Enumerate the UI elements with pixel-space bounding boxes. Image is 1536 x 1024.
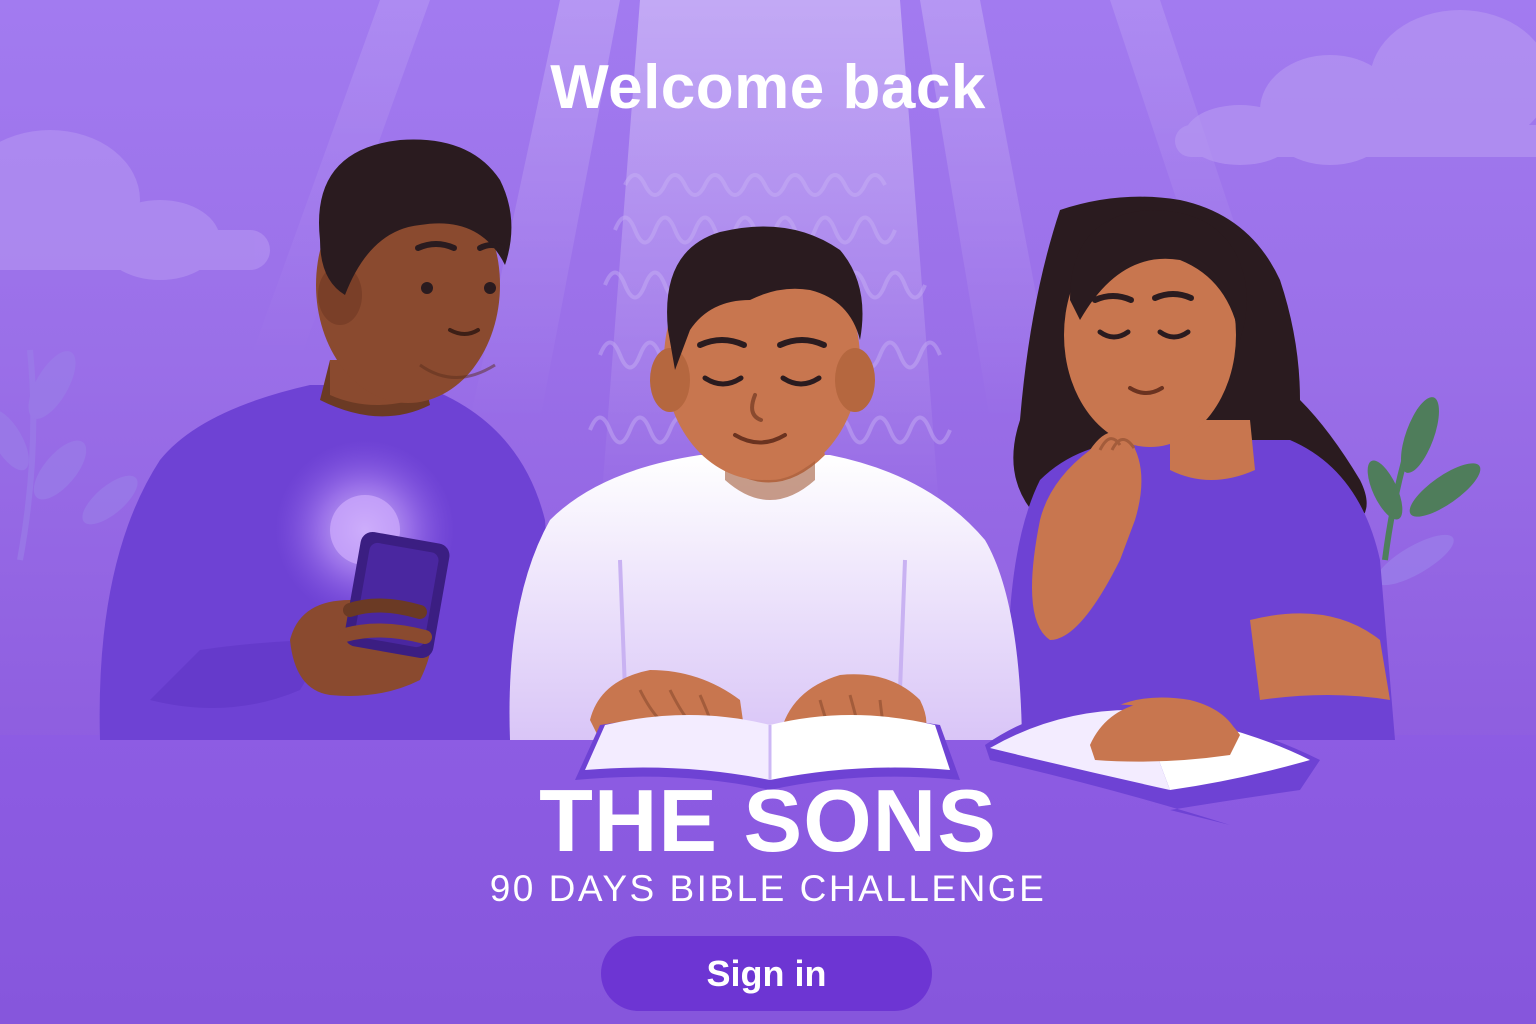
welcome-screen: Welcome back THE SONS 90 DAYS BIBLE CHAL… (0, 0, 1536, 1024)
cloud-left-icon (0, 130, 270, 280)
welcome-title: Welcome back (550, 53, 986, 122)
brand-title: THE SONS (539, 771, 997, 870)
person-resting-chin (1008, 196, 1395, 756)
plant-left-icon (0, 349, 138, 561)
person-reading-bible (509, 226, 1022, 748)
brand-subtitle: 90 DAYS BIBLE CHALLENGE (489, 868, 1047, 909)
sign-in-button[interactable]: Sign in (601, 936, 932, 1011)
